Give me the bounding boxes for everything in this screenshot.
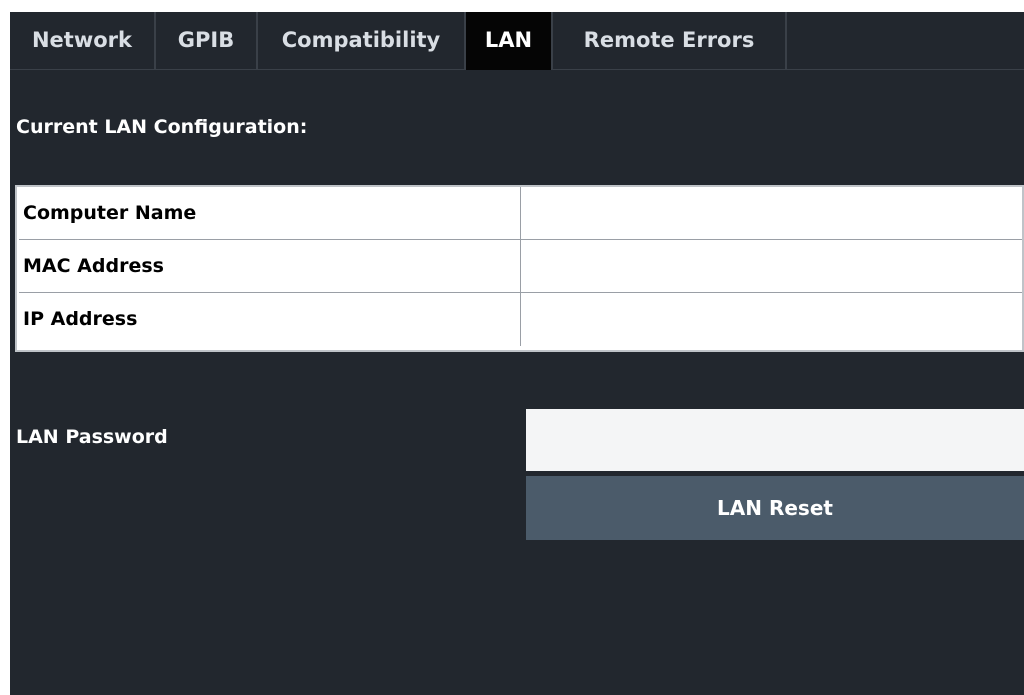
mac-address-label: MAC Address [23, 255, 164, 277]
lan-panel: Current LAN Configuration: Computer Name… [10, 70, 1024, 695]
column-divider [520, 293, 521, 346]
column-divider [520, 240, 521, 292]
table-row-ip-address: IP Address [19, 293, 1022, 346]
tab-compatibility[interactable]: Compatibility [258, 12, 466, 69]
computer-name-label: Computer Name [23, 202, 197, 224]
lan-config-table: Computer Name MAC Address IP Address [15, 185, 1024, 352]
tab-network[interactable]: Network [10, 12, 156, 69]
tab-gpib[interactable]: GPIB [156, 12, 258, 69]
tab-bar: Network GPIB Compatibility LAN Remote Er… [10, 12, 1024, 70]
lan-settings-window: Network GPIB Compatibility LAN Remote Er… [0, 0, 1024, 695]
section-title: Current LAN Configuration: [16, 116, 308, 138]
lan-reset-button[interactable]: LAN Reset [526, 476, 1024, 540]
tab-lan[interactable]: LAN [466, 12, 553, 70]
lan-password-input[interactable] [526, 409, 1024, 471]
tab-remote-errors[interactable]: Remote Errors [553, 12, 787, 69]
table-row-mac-address: MAC Address [19, 240, 1022, 293]
column-divider [520, 187, 521, 239]
table-row-computer-name: Computer Name [19, 187, 1022, 240]
lan-password-label: LAN Password [16, 426, 168, 448]
ip-address-label: IP Address [23, 308, 138, 330]
